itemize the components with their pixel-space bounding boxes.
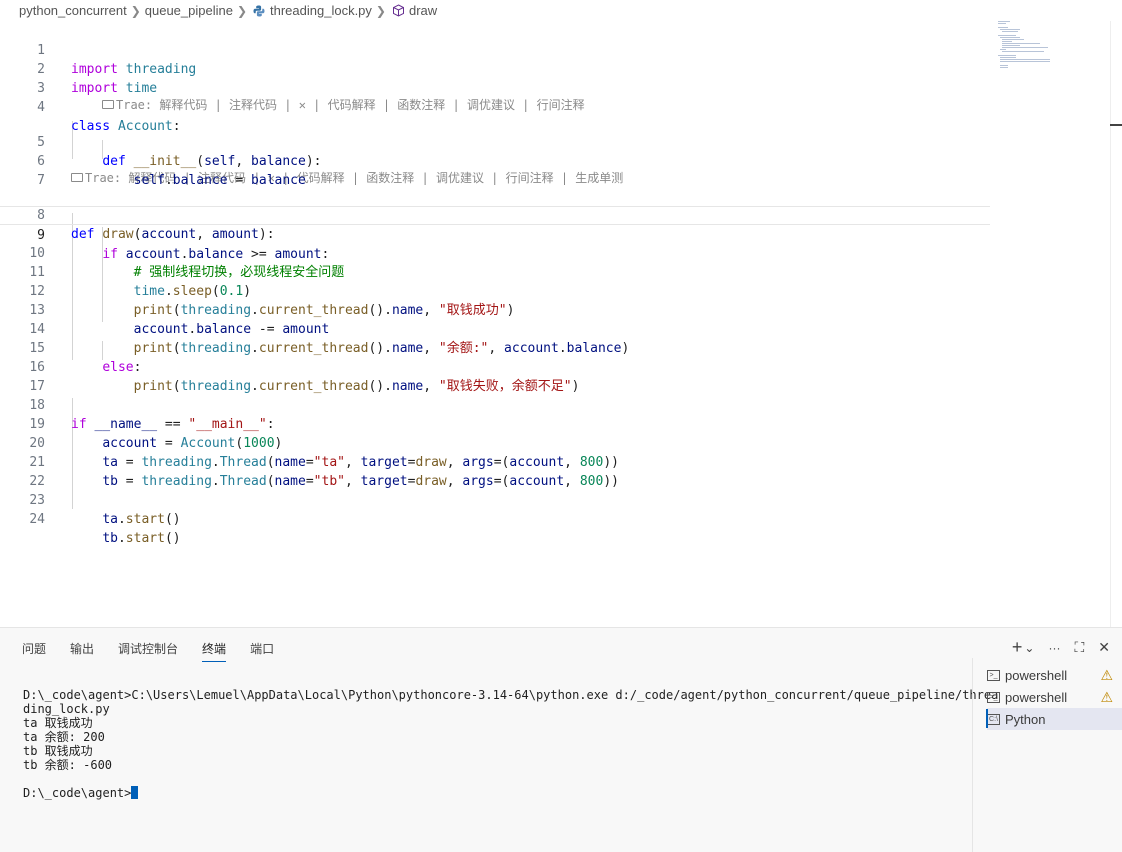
warning-icon: ⚠ (1100, 688, 1113, 705)
terminal-line: ding_lock.py (23, 702, 110, 716)
terminal-icon: C:\ (987, 713, 1000, 725)
code-line[interactable]: 5 def __init__(self, balance): (0, 114, 990, 169)
terminal-instance-list: >_ powershell ⚠ >_ powershell ⚠ C:\ Pyth… (972, 658, 1122, 852)
code-line[interactable]: 24 tb.start() (0, 491, 990, 546)
terminal-line: tb 余额: -600 (23, 758, 113, 772)
code-line[interactable]: 6 self.balance = balance (0, 133, 990, 188)
terminal-instance-label: powershell (1005, 667, 1068, 683)
code-line[interactable]: 23 ta.start() (0, 472, 990, 527)
minimap[interactable] (992, 21, 1072, 81)
code-line[interactable]: 16 print(threading.current_thread().name… (0, 339, 990, 394)
code-line[interactable]: 4 class Account: (0, 79, 990, 134)
code-line[interactable]: 8 def draw(account, amount): (0, 187, 990, 242)
line-text: ta.start() (102, 512, 181, 527)
codelens-class[interactable]: Trae: 解释代码 | 注释代码 | ✕ | 代码解释 | 函数注释 | 调优… (102, 96, 585, 114)
code-line[interactable]: 17 (0, 358, 990, 394)
code-line[interactable]: 7 (0, 152, 990, 188)
terminal-icon: >_ (987, 691, 1000, 703)
code-line[interactable]: 19 account = Account(1000) (0, 396, 990, 451)
bottom-panel: 问题 输出 调试控制台 终端 端口 + ⌄ ··· ⛶ ✕ D:\_code\a… (0, 627, 1122, 852)
code-line[interactable]: 15 else: (0, 320, 990, 375)
active-terminal-indicator (986, 709, 988, 728)
terminal-instance-label: powershell (1005, 689, 1068, 705)
terminal-line: ta 取钱成功 (23, 716, 93, 730)
code-line[interactable]: 13 account.balance -= amount (0, 282, 990, 337)
terminal-line: tb 取钱成功 (23, 744, 93, 758)
code-line[interactable]: 12 print(threading.current_thread().name… (0, 263, 990, 318)
trae-icon (102, 100, 114, 109)
chevron-right-icon: ❯ (375, 3, 386, 18)
breadcrumb-item-file[interactable]: threading_lock.py (270, 3, 372, 18)
breadcrumb-item-folder[interactable]: python_concurrent (19, 3, 127, 18)
warning-icon: ⚠ (1100, 666, 1113, 683)
method-cube-icon (392, 4, 404, 17)
vertical-scrollbar[interactable] (1110, 21, 1111, 627)
breadcrumb: python_concurrent ❯ queue_pipeline ❯ thr… (0, 0, 1122, 21)
code-line-active[interactable]: 9 if account.balance >= amount: (0, 206, 990, 262)
more-actions-icon[interactable]: ··· (1048, 641, 1060, 655)
terminal-instance-python[interactable]: C:\ Python (987, 708, 1122, 730)
add-terminal-icon[interactable]: + (1012, 637, 1023, 658)
maximize-panel-icon[interactable]: ⛶ (1074, 639, 1084, 656)
terminal-line: D:\_code\agent>C:\Users\Lemuel\AppData\L… (23, 688, 999, 702)
code-line[interactable]: 22 (0, 453, 990, 489)
code-line[interactable]: 20 ta = threading.Thread(name="ta", targ… (0, 415, 990, 470)
line-number: 24 (29, 512, 45, 527)
code-line[interactable]: 11 time.sleep(0.1) (0, 244, 990, 299)
code-line[interactable]: 3 (0, 60, 990, 96)
terminal-instance-label: Python (1005, 711, 1046, 727)
code-line[interactable]: 14 print(threading.current_thread().name… (0, 301, 990, 356)
terminal-prompt: D:\_code\agent> (23, 786, 139, 800)
terminal-line: ta 余额: 200 (23, 730, 105, 744)
code-line[interactable]: 2 import time (0, 41, 990, 96)
code-line[interactable]: 21 tb = threading.Thread(name="tb", targ… (0, 434, 990, 489)
python-file-icon (253, 5, 265, 16)
panel-actions: + ⌄ ··· ⛶ ✕ (998, 637, 1110, 658)
breadcrumb-item-subfolder[interactable]: queue_pipeline (145, 3, 233, 18)
code-line[interactable]: 1 import threading (0, 22, 990, 77)
terminal-icon: >_ (987, 669, 1000, 681)
line-text: tb.start() (102, 531, 181, 546)
terminal-cursor (131, 786, 139, 799)
terminal-instance-powershell-1[interactable]: >_ powershell ⚠ (987, 664, 1122, 686)
code-editor[interactable]: Trae: 解释代码 | 注释代码 | ✕ | 代码解释 | 函数注释 | 调优… (0, 21, 1110, 627)
close-panel-icon[interactable]: ✕ (1098, 639, 1110, 656)
chevron-down-icon[interactable]: ⌄ (1024, 641, 1034, 655)
code-line[interactable]: 10 # 强制线程切换，必现线程安全问题 (0, 225, 990, 280)
code-line[interactable]: 18 if __name__ == "__main__": (0, 377, 990, 432)
chevron-right-icon: ❯ (130, 3, 141, 18)
prompt-text: D:\_code\agent> (23, 786, 132, 800)
chevron-right-icon: ❯ (236, 3, 248, 18)
scrollbar-cursor-marker (1110, 124, 1122, 126)
breadcrumb-item-symbol[interactable]: draw (409, 3, 437, 18)
terminal-output[interactable]: D:\_code\agent>C:\Users\Lemuel\AppData\L… (0, 658, 998, 852)
terminal-instance-powershell-2[interactable]: >_ powershell ⚠ (987, 686, 1122, 708)
